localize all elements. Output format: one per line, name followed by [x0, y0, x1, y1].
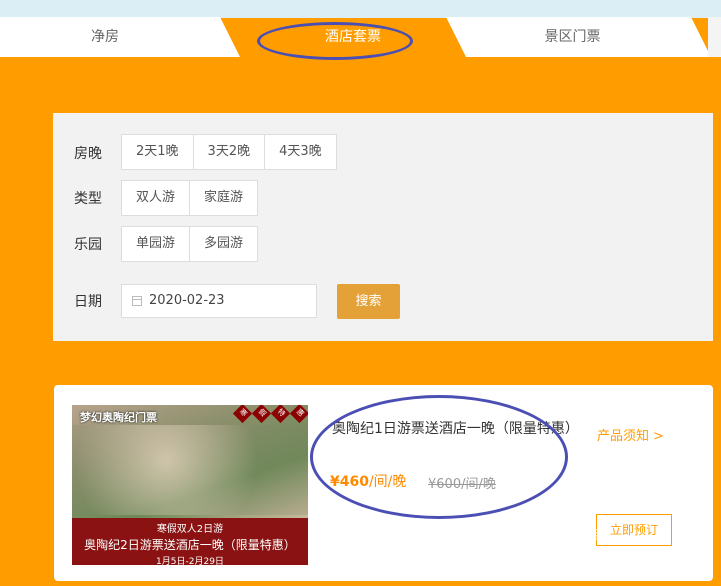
image-stamps: 寒 假 特 惠	[232, 405, 308, 424]
date-input[interactable]: 2020-02-23	[121, 284, 317, 318]
notice-label: 产品须知	[597, 429, 650, 444]
product-card[interactable]: 梦幻奥陶纪门票 寒 假 特 惠 寒假双人2日游 奥陶纪2日游票送酒店一晚（限量特…	[54, 385, 713, 581]
product-notice-link[interactable]: 产品须知 >	[597, 425, 664, 444]
date-value: 2020-02-23	[149, 293, 225, 308]
search-button[interactable]: 搜索	[337, 284, 400, 319]
nights-option[interactable]: 4天3晚	[264, 134, 337, 170]
product-image[interactable]: 梦幻奥陶纪门票 寒 假 特 惠 寒假双人2日游 奥陶纪2日游票送酒店一晚（限量特…	[72, 405, 308, 565]
top-strip	[0, 0, 721, 18]
type-options: 双人游 家庭游	[121, 180, 259, 216]
banner-line-1: 寒假双人2日游	[156, 524, 224, 535]
banner-line-3: 1月5日-2月29日	[156, 557, 224, 565]
watermark: Baidu经验	[555, 528, 614, 542]
type-label: 类型	[74, 191, 102, 207]
park-options: 单园游 多园游	[121, 226, 259, 262]
park-label: 乐园	[74, 237, 102, 253]
park-option[interactable]: 多园游	[189, 226, 259, 262]
image-blur	[72, 425, 308, 515]
stamp: 假	[251, 405, 272, 424]
annotation-circle	[310, 395, 568, 519]
tab-edge	[708, 17, 721, 57]
stamp: 特	[270, 405, 291, 424]
nights-label: 房晚	[74, 146, 102, 162]
type-option[interactable]: 双人游	[121, 180, 191, 216]
nights-options: 2天1晚 3天2晚 4天3晚	[121, 134, 337, 170]
filter-panel: 房晚 2天1晚 3天2晚 4天3晚 类型 双人游 家庭游 乐园 单园游 多园游 …	[53, 113, 713, 341]
calendar-icon	[132, 296, 142, 306]
image-top-text: 梦幻奥陶纪门票	[80, 411, 157, 424]
tab-scenic-tickets[interactable]: 景区门票	[495, 17, 650, 57]
nights-option[interactable]: 3天2晚	[192, 134, 266, 170]
image-banner: 寒假双人2日游 奥陶纪2日游票送酒店一晚（限量特惠） 1月5日-2月29日	[72, 518, 308, 565]
date-label: 日期	[74, 294, 102, 310]
type-option[interactable]: 家庭游	[189, 180, 259, 216]
chevron-right-icon: >	[653, 429, 664, 444]
stamp: 寒	[232, 405, 253, 424]
nights-option[interactable]: 2天1晚	[121, 134, 194, 170]
park-option[interactable]: 单园游	[121, 226, 191, 262]
banner-line-2: 奥陶纪2日游票送酒店一晚（限量特惠）	[84, 538, 296, 552]
annotation-circle	[257, 22, 413, 60]
watermark-url: jingyan.baidu.com	[618, 560, 702, 570]
stamp: 惠	[289, 405, 308, 424]
tab-jingfang[interactable]: 净房	[40, 17, 170, 57]
